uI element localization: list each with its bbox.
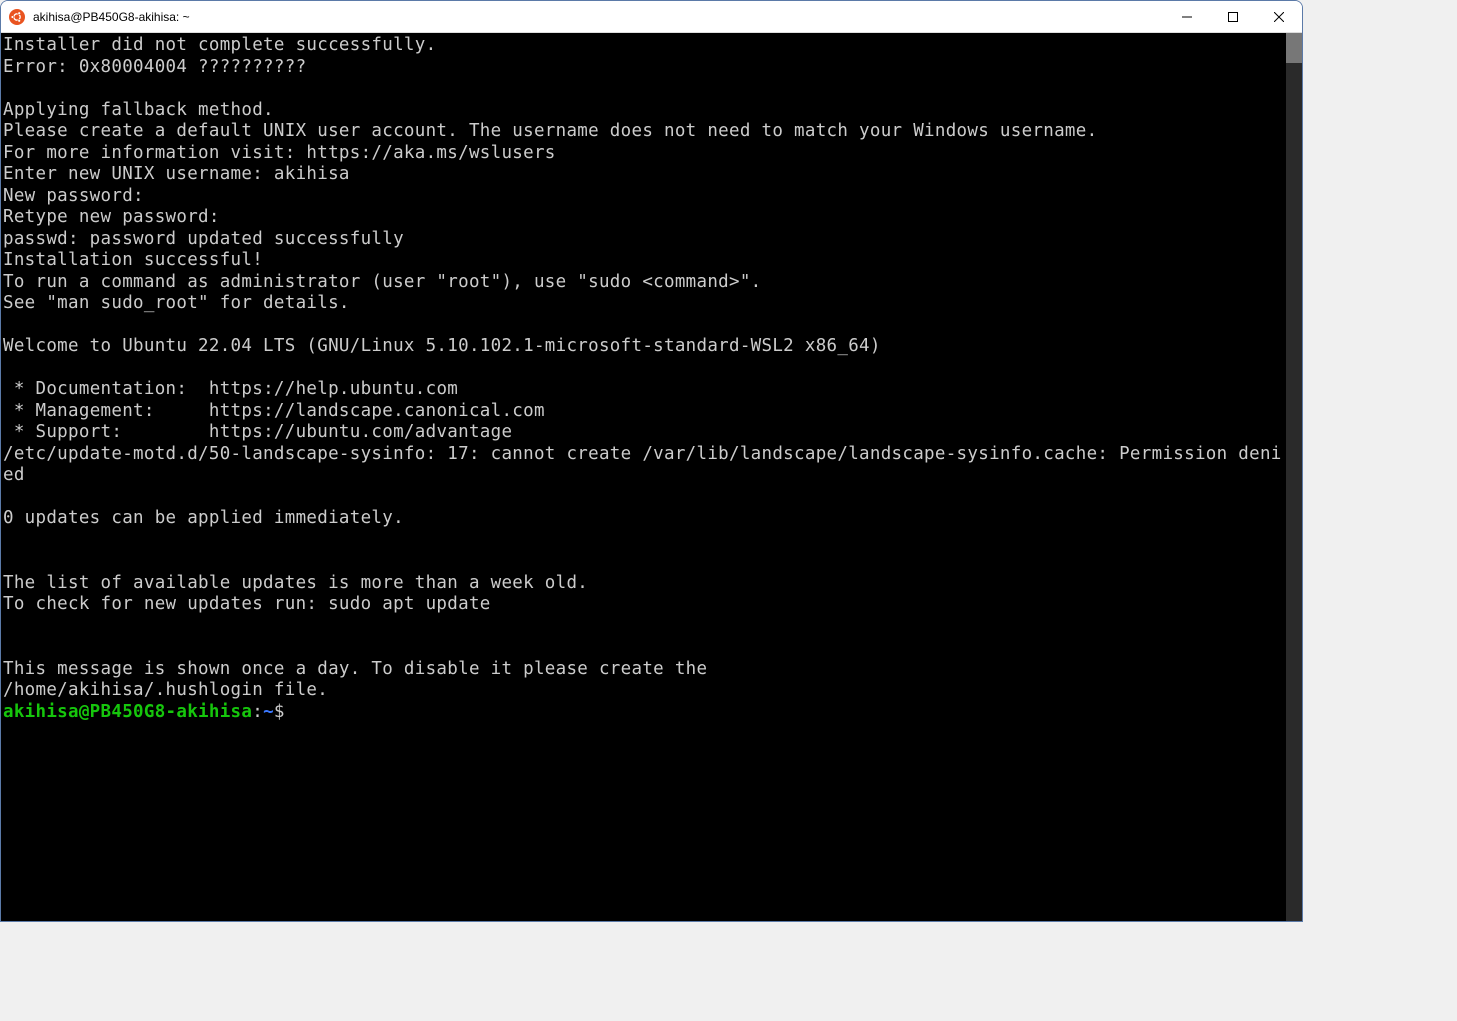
- close-button[interactable]: [1256, 1, 1302, 32]
- scroll-thumb[interactable]: [1286, 33, 1302, 63]
- terminal-output[interactable]: Installer did not complete successfully.…: [1, 33, 1286, 921]
- window-controls: [1164, 1, 1302, 32]
- ubuntu-icon: [9, 9, 25, 25]
- window-title: akihisa@PB450G8-akihisa: ~: [33, 10, 1164, 24]
- terminal-wrap: Installer did not complete successfully.…: [1, 33, 1302, 921]
- titlebar[interactable]: akihisa@PB450G8-akihisa: ~: [1, 1, 1302, 33]
- minimize-button[interactable]: [1164, 1, 1210, 32]
- terminal-window: akihisa@PB450G8-akihisa: ~ Installer did…: [0, 0, 1303, 922]
- scrollbar[interactable]: [1286, 33, 1302, 921]
- maximize-button[interactable]: [1210, 1, 1256, 32]
